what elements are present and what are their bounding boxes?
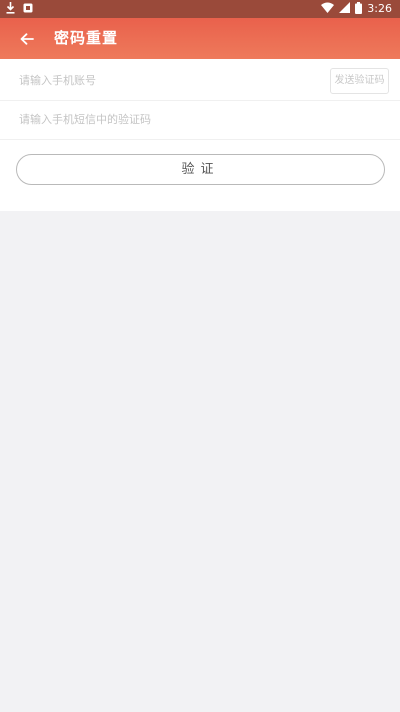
notification-icon xyxy=(23,3,33,16)
sms-code-input[interactable] xyxy=(16,100,382,139)
signal-icon xyxy=(339,2,351,16)
status-right-icons: 3:26 xyxy=(321,1,392,17)
status-left-icons xyxy=(6,2,33,17)
phone-input[interactable] xyxy=(16,61,322,100)
back-arrow-icon xyxy=(20,30,34,49)
phone-row: 发送验证码 xyxy=(0,61,400,101)
page-title: 密码重置 xyxy=(54,29,119,47)
status-time: 3:26 xyxy=(367,2,392,15)
code-row xyxy=(0,100,400,140)
wifi-icon xyxy=(321,2,335,16)
verify-button[interactable]: 验证 xyxy=(16,154,385,185)
battery-icon xyxy=(355,1,363,17)
reset-form: 发送验证码 验证 xyxy=(0,59,400,211)
back-button[interactable] xyxy=(14,26,40,52)
download-icon xyxy=(6,2,15,17)
app-bar: 密码重置 xyxy=(0,18,400,59)
send-code-button[interactable]: 发送验证码 xyxy=(330,68,389,94)
status-bar: 3:26 xyxy=(0,0,400,18)
